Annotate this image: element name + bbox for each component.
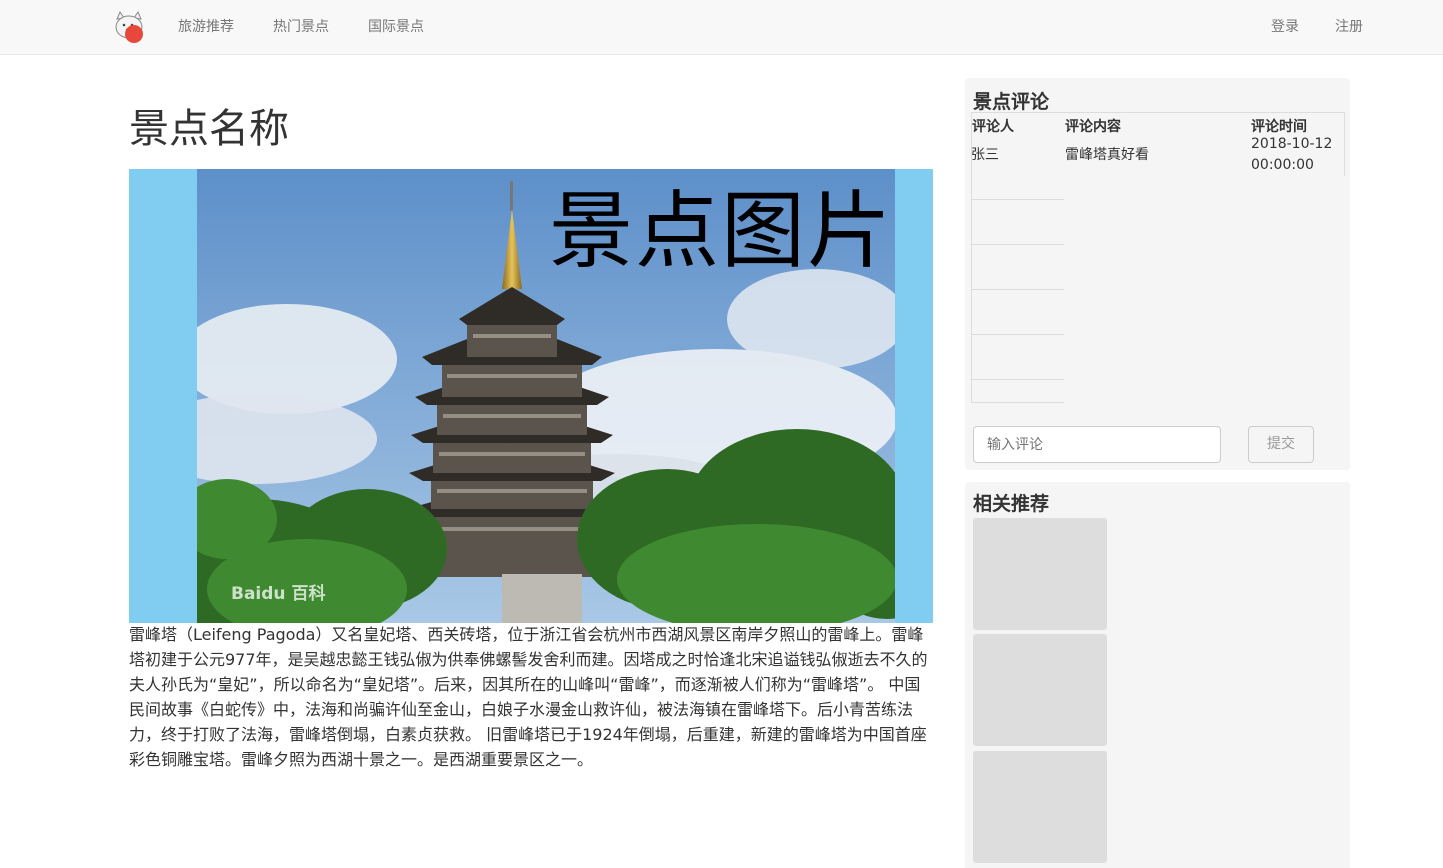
column-header-content: 评论内容 bbox=[1065, 119, 1121, 135]
login-link[interactable]: 登录 bbox=[1271, 18, 1299, 36]
table-right-border bbox=[1344, 113, 1345, 176]
empty-row-divider bbox=[971, 379, 1064, 380]
comments-title: 景点评论 bbox=[973, 91, 1050, 113]
recommend-card[interactable] bbox=[973, 634, 1107, 746]
image-caption: 景点图片 bbox=[549, 182, 894, 280]
recommend-panel: 相关推荐 bbox=[965, 482, 1350, 868]
recommend-card[interactable] bbox=[973, 518, 1107, 630]
column-header-time: 评论时间 bbox=[1251, 119, 1307, 135]
register-link[interactable]: 注册 bbox=[1335, 18, 1363, 36]
comments-table: 评论人 评论内容 评论时间 张三 雷峰塔真好看 2018-10-12 00:00… bbox=[971, 112, 1345, 403]
recommend-title: 相关推荐 bbox=[973, 493, 1050, 515]
comment-user: 张三 bbox=[971, 147, 999, 163]
nav-link-international-spots[interactable]: 国际景点 bbox=[368, 18, 424, 36]
empty-row-divider bbox=[971, 244, 1064, 245]
column-header-user: 评论人 bbox=[972, 119, 1014, 135]
recommend-card[interactable] bbox=[973, 751, 1107, 863]
empty-row-divider bbox=[971, 289, 1064, 290]
lucky-cat-logo-icon[interactable] bbox=[112, 10, 146, 44]
scenic-image-frame: 景点图片 Baidu 百科 bbox=[129, 169, 933, 623]
empty-row-divider bbox=[971, 334, 1064, 335]
comment-content: 雷峰塔真好看 bbox=[1065, 147, 1149, 163]
nav-link-travel-recommend[interactable]: 旅游推荐 bbox=[178, 18, 234, 36]
comments-panel: 景点评论 评论人 评论内容 评论时间 张三 雷峰塔真好看 2018-10-12 … bbox=[965, 78, 1350, 470]
top-navbar: 旅游推荐 热门景点 国际景点 登录 注册 bbox=[0, 0, 1443, 55]
table-bottom-border bbox=[971, 402, 1064, 403]
comment-time: 2018-10-12 00:00:00 bbox=[1251, 136, 1333, 173]
empty-row-divider bbox=[971, 199, 1064, 200]
scenic-description: 雷峰塔（Leifeng Pagoda）又名皇妃塔、西关砖塔，位于浙江省会杭州市西… bbox=[129, 625, 928, 769]
page-title: 景点名称 bbox=[129, 106, 289, 152]
scenic-photo: 景点图片 Baidu 百科 bbox=[197, 169, 895, 623]
comment-input[interactable] bbox=[973, 426, 1221, 463]
submit-comment-button[interactable]: 提交 bbox=[1248, 426, 1314, 463]
nav-link-hot-spots[interactable]: 热门景点 bbox=[273, 18, 329, 36]
baidu-watermark: Baidu 百科 bbox=[231, 584, 326, 604]
